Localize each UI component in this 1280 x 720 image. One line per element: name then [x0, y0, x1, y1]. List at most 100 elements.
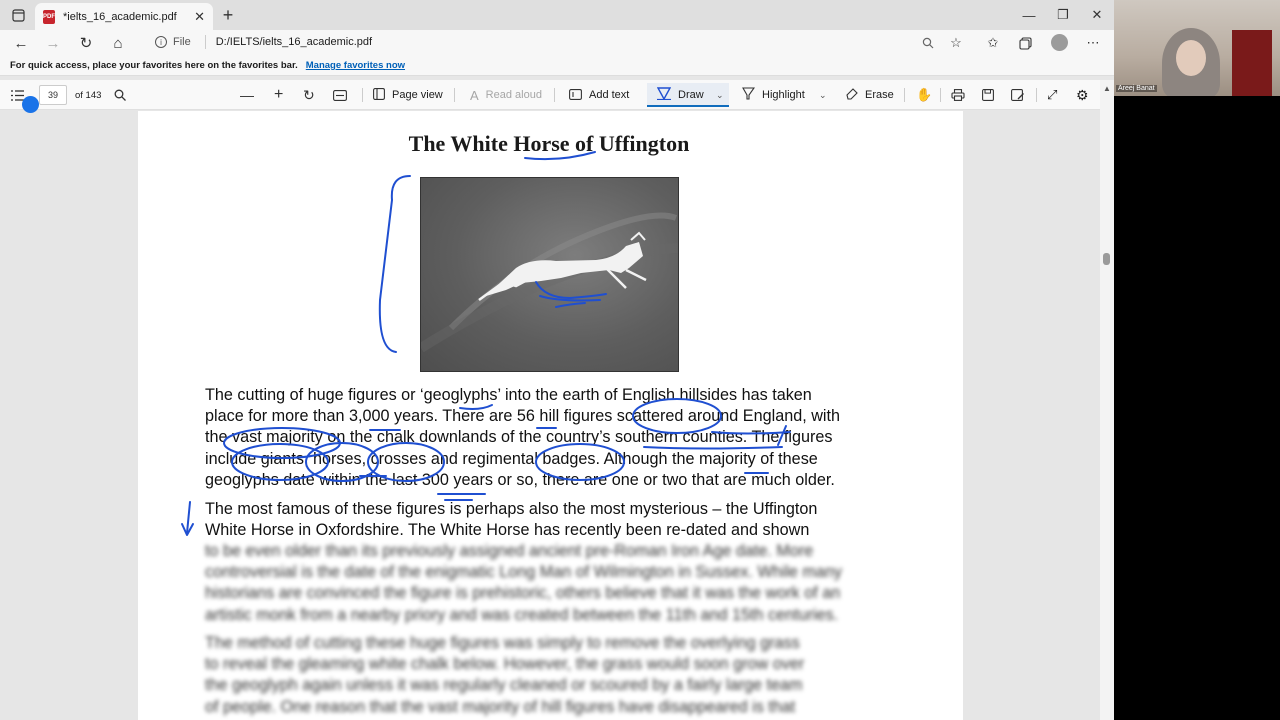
info-icon[interactable]: i: [155, 36, 167, 48]
text-line: controversial is the date of the enigmat…: [205, 563, 843, 582]
paragraph-3-blurred: The method of cutting these huge figures…: [205, 633, 905, 718]
vertical-scrollbar[interactable]: [1100, 80, 1114, 720]
fit-page-icon[interactable]: [333, 80, 347, 110]
touch-write-icon[interactable]: ✋: [916, 80, 932, 110]
text-line: historians are convinced the figure is p…: [205, 584, 841, 603]
favorites-hint: For quick access, place your favorites h…: [10, 60, 298, 71]
draw-options-chevron-icon[interactable]: ⌄: [716, 80, 724, 110]
more-menu-icon[interactable]: ⋯: [1082, 32, 1104, 54]
text-line: to be even older than its previously ass…: [205, 542, 814, 560]
text-line: to reveal the gleaming white chalk below…: [205, 655, 805, 674]
highlight-label: Highlight: [762, 89, 805, 101]
highlighter-icon: [742, 87, 756, 103]
tab-close-icon[interactable]: ✕: [194, 9, 205, 25]
paragraph-1: The cutting of huge figures or ‘geoglyph…: [205, 385, 905, 491]
text-line: The most famous of these figures is perh…: [205, 500, 818, 518]
print-icon[interactable]: [951, 80, 965, 110]
rotate-icon[interactable]: ↻: [303, 80, 315, 110]
tab-title: *ielts_16_academic.pdf: [63, 10, 177, 23]
save-icon[interactable]: [982, 80, 994, 110]
close-window-button[interactable]: ✕: [1080, 4, 1114, 26]
forward-button[interactable]: →: [42, 32, 64, 54]
eraser-icon: [845, 87, 858, 103]
home-button[interactable]: ⌂: [107, 32, 129, 54]
add-text-icon: [569, 88, 582, 103]
text-line: place for more than 3,000 years. There a…: [205, 407, 840, 426]
highlight-button[interactable]: Highlight: [742, 80, 805, 110]
erase-button[interactable]: Erase: [845, 80, 894, 110]
read-aloud-button[interactable]: A Read aloud: [470, 80, 542, 110]
read-aloud-label: Read aloud: [485, 89, 542, 101]
tab-pdf[interactable]: PDF *ielts_16_academic.pdf ✕: [35, 3, 213, 30]
scrollbar-thumb[interactable]: [1103, 253, 1110, 265]
restore-button[interactable]: ❐: [1046, 4, 1080, 26]
zoom-icon[interactable]: [917, 32, 939, 54]
reload-button[interactable]: ↻: [75, 32, 97, 54]
white-horse-photo: [420, 177, 679, 372]
toolbar-divider: [554, 88, 555, 102]
text-line: the vast majority on the chalk downlands…: [205, 428, 833, 447]
add-favorite-icon[interactable]: ☆: [945, 32, 967, 54]
settings-gear-icon[interactable]: ⚙: [1076, 80, 1089, 110]
navigation-bar: ← → ↻ ⌂ i File D:/IELTS/ielts_16_academi…: [0, 30, 1114, 56]
page-number-field[interactable]: 39: [39, 80, 67, 110]
save-as-icon[interactable]: [1011, 80, 1024, 110]
background-shelf: [1232, 30, 1272, 96]
document-title: The White Horse of Uffington: [408, 131, 690, 156]
text-line: The cutting of huge figures or ‘geoglyph…: [205, 386, 812, 404]
draw-button[interactable]: Draw: [656, 80, 704, 110]
tab-strip: PDF *ielts_16_academic.pdf ✕ + — ❐ ✕: [0, 0, 1114, 30]
toolbar-divider: [454, 88, 455, 102]
address-bar[interactable]: i File D:/IELTS/ielts_16_academic.pdf: [145, 30, 970, 54]
text-line: of people. One reason that the vast majo…: [205, 697, 796, 716]
tab-actions-icon[interactable]: [8, 5, 28, 25]
back-button[interactable]: ←: [10, 32, 32, 54]
minimize-button[interactable]: —: [1012, 4, 1046, 26]
pdf-document-area[interactable]: The White Horse of Uffington The cutting…: [0, 111, 1100, 720]
paragraph-2: The most famous of these figures is perh…: [205, 499, 905, 541]
toolbar-divider: [1036, 88, 1037, 102]
pen-cursor-dot: [22, 96, 39, 113]
text-line: artistic monk from a nearby priory and w…: [205, 605, 839, 624]
manage-favorites-link[interactable]: Manage favorites now: [306, 60, 405, 71]
page-total: of 143: [75, 89, 102, 101]
add-text-button[interactable]: Add text: [569, 80, 629, 110]
page-number-input[interactable]: 39: [39, 85, 67, 105]
favorites-bar: For quick access, place your favorites h…: [0, 56, 1114, 76]
address-divider: [204, 35, 206, 49]
fullscreen-icon[interactable]: ⤢: [1047, 80, 1057, 110]
scroll-up-icon[interactable]: ▲: [1103, 84, 1111, 93]
add-text-label: Add text: [589, 89, 630, 101]
toolbar-divider: [362, 88, 363, 102]
erase-label: Erase: [865, 89, 894, 101]
highlight-options-chevron-icon[interactable]: ⌄: [819, 80, 827, 110]
pdf-toolbar: 39 of 143 — + ↻ Page view A Read aloud A…: [0, 80, 1100, 110]
pdf-file-icon: PDF: [43, 9, 55, 24]
draw-pen-icon: [656, 87, 672, 103]
page-view-icon: [373, 87, 385, 103]
page-view-button[interactable]: Page view: [373, 80, 443, 110]
presenter-name: Areej Banat: [1116, 85, 1157, 92]
text-line: The method of cutting these huge figures…: [205, 634, 800, 652]
page-view-label: Page view: [392, 89, 443, 101]
toolbar-divider: [940, 88, 941, 102]
white-horse-figure: [421, 212, 678, 353]
file-label: File: [173, 36, 191, 48]
url-text[interactable]: D:/IELTS/ielts_16_academic.pdf: [216, 36, 372, 48]
favorites-icon[interactable]: ✩: [982, 32, 1004, 54]
text-line: White Horse in Oxfordshire. The White Ho…: [205, 521, 810, 540]
zoom-out-icon[interactable]: —: [240, 80, 254, 110]
presenter-face: [1176, 40, 1206, 76]
profile-avatar[interactable]: [1051, 34, 1068, 51]
webcam-overlay: Areej Banat: [1114, 0, 1280, 96]
read-aloud-icon: A: [470, 87, 479, 103]
browser-window: PDF *ielts_16_academic.pdf ✕ + — ❐ ✕ ← →…: [0, 0, 1114, 720]
new-tab-button[interactable]: +: [218, 5, 238, 25]
collections-icon[interactable]: [1014, 32, 1036, 54]
text-line: the geoglyph again unless it was regular…: [205, 676, 803, 695]
find-icon[interactable]: [114, 80, 126, 110]
zoom-in-icon[interactable]: +: [274, 80, 283, 110]
pdf-page[interactable]: The White Horse of Uffington The cutting…: [138, 111, 963, 720]
paragraph-2-blurred: to be even older than its previously ass…: [205, 541, 905, 626]
draw-label: Draw: [678, 89, 704, 101]
